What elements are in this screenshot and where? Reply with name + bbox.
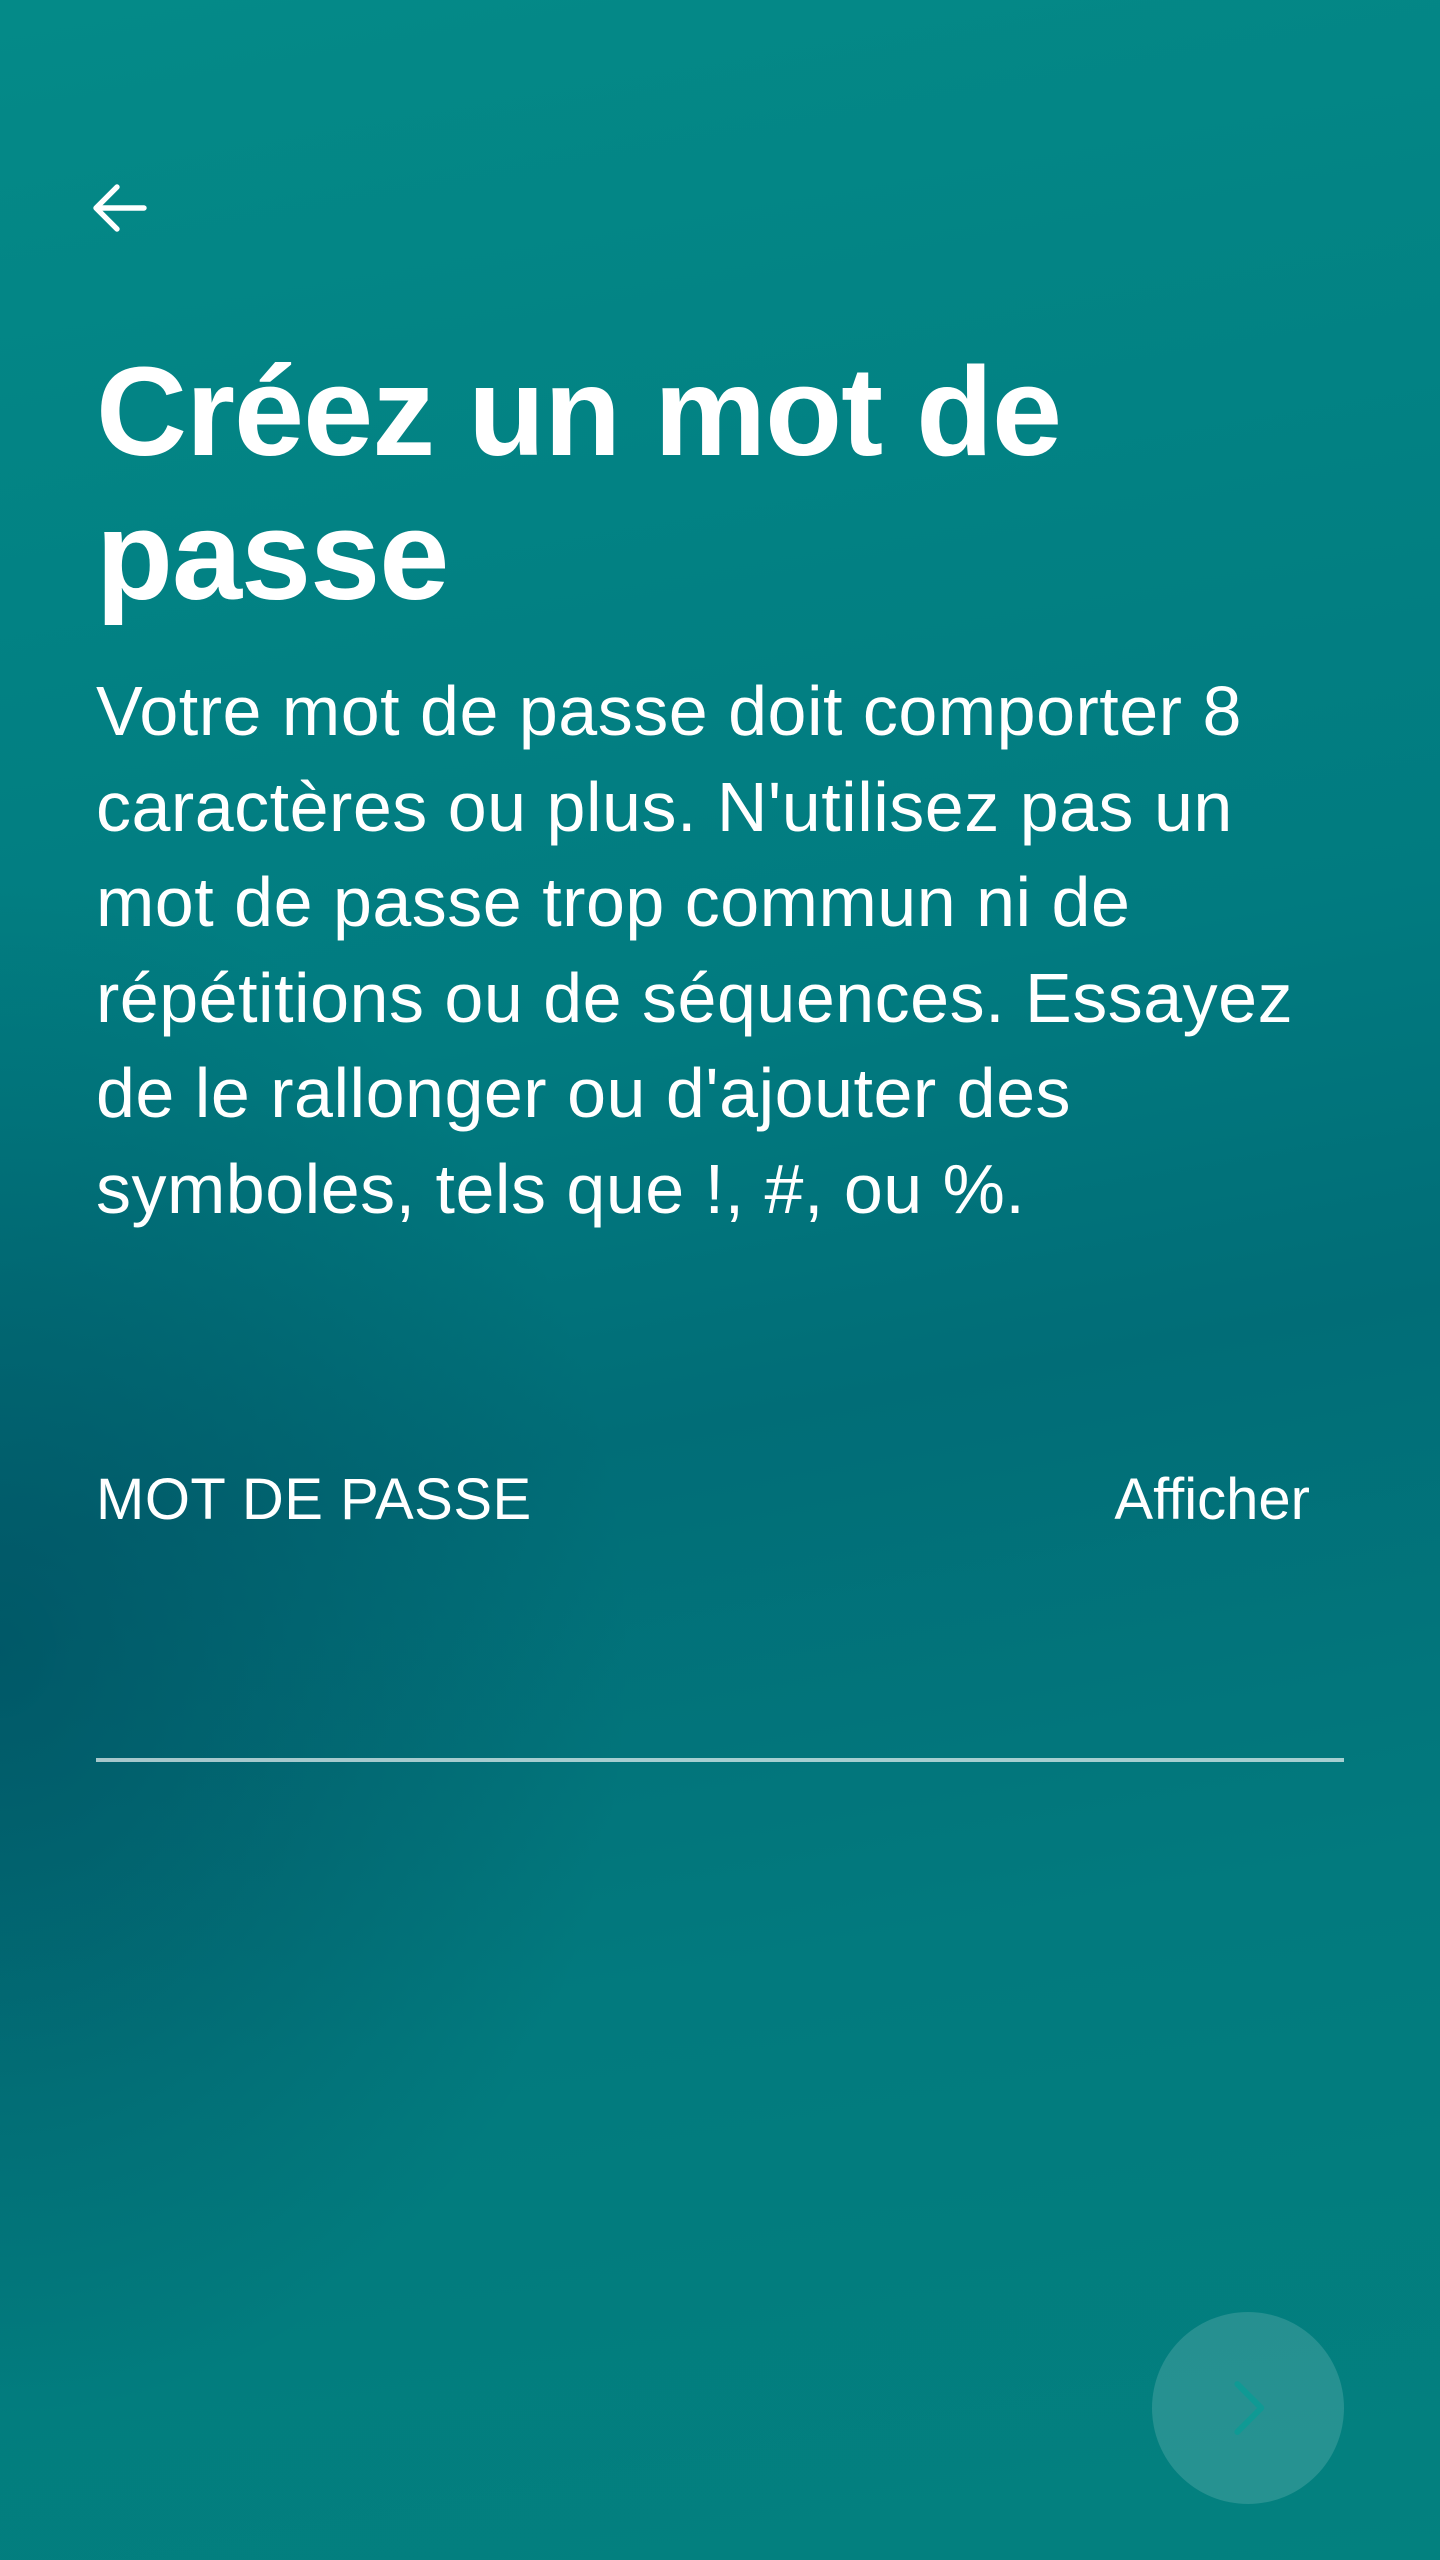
create-password-screen: Créez un mot de passe Votre mot de passe… — [0, 0, 1440, 2560]
password-field-label: MOT DE PASSE — [96, 1467, 532, 1532]
password-requirements-text: Votre mot de passe doit comporter 8 cara… — [96, 672, 1294, 1228]
password-input-underline — [96, 1758, 1344, 1762]
back-button[interactable] — [72, 160, 168, 256]
arrow-left-icon — [93, 184, 147, 232]
password-input[interactable] — [96, 1580, 1344, 1760]
page-title: Créez un mot de passe — [96, 341, 1062, 626]
chevron-right-icon — [1234, 2381, 1265, 2435]
show-password-toggle[interactable]: Afficher — [1114, 1464, 1310, 1536]
next-button[interactable] — [1152, 2312, 1344, 2504]
